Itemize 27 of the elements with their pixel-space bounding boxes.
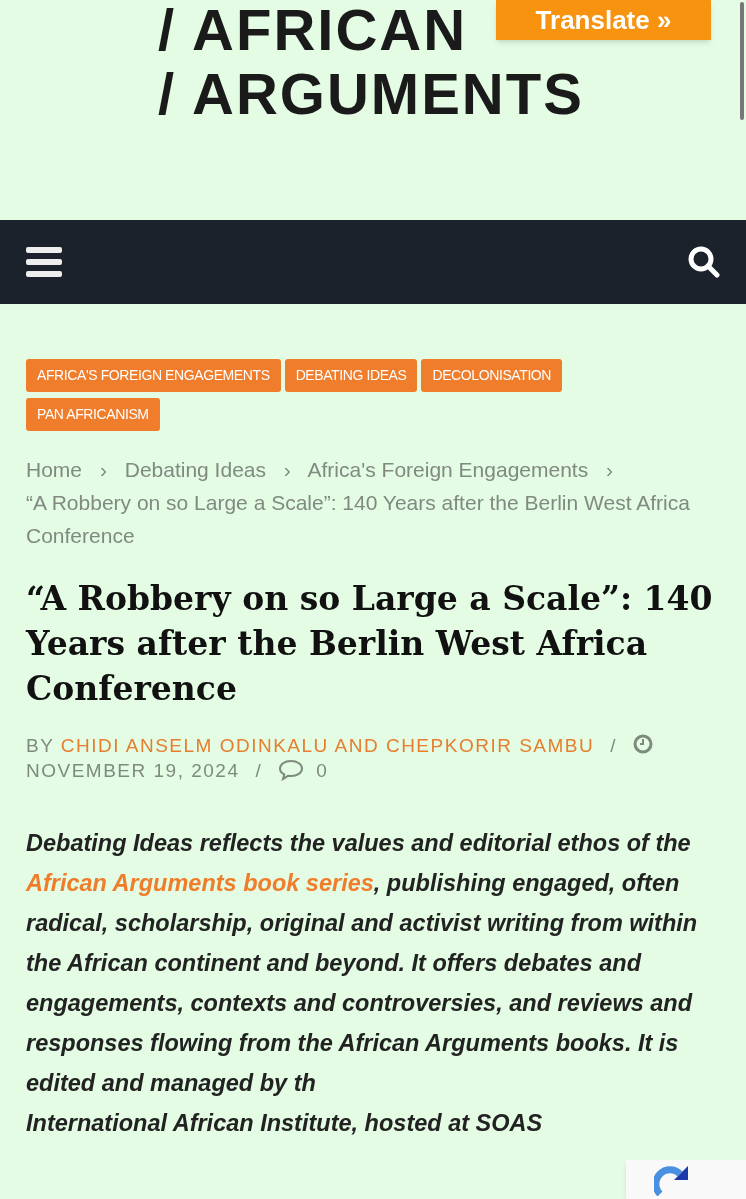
category-tag[interactable]: DEBATING IDEAS xyxy=(284,359,418,392)
category-tag[interactable]: AFRICA'S FOREIGN ENGAGEMENTS xyxy=(26,359,281,392)
comment-count[interactable]: 0 xyxy=(316,760,329,781)
comment-icon[interactable] xyxy=(278,759,305,781)
search-icon[interactable] xyxy=(688,246,720,278)
meta-separator: / xyxy=(610,735,617,756)
byline-label: BY xyxy=(26,735,54,756)
clock-icon xyxy=(633,734,653,754)
meta-separator: / xyxy=(255,760,263,781)
breadcrumb-separator: › xyxy=(99,458,107,481)
book-series-link[interactable]: African Arguments book series xyxy=(26,870,374,896)
intro-paragraph: Debating Ideas reflects the values and editorial ethos of the African Arguments book series, publishing engaged, often radical, scholarship, original and activist writing from within the African continent and beyond. It offers debates and engagements, contexts and controversies, and reviews and responses flowing from the African Arguments books. It is edited and managed by th International African Institute, hosted at SOAS xyxy=(26,829,699,1138)
author-link[interactable]: CHIDI ANSELM ODINKALU AND CHEPKORIR SAMBU xyxy=(60,735,595,756)
translate-button[interactable]: Translate » xyxy=(496,0,711,40)
breadcrumb-link[interactable]: Home xyxy=(26,458,83,481)
recaptcha-badge[interactable] xyxy=(626,1160,746,1199)
article-title: “A Robbery on so Large a Scale”: 140 Years after the Berlin West Africa Conference xyxy=(26,578,714,710)
logo-text: / ARGUMENTS xyxy=(158,62,584,126)
recaptcha-icon xyxy=(654,1166,688,1196)
breadcrumb-separator: › xyxy=(283,458,291,481)
category-tag[interactable]: PAN AFRICANISM xyxy=(26,398,160,431)
breadcrumb-separator: › xyxy=(606,458,614,481)
breadcrumb-link[interactable]: Africa's Foreign Engagements xyxy=(307,458,589,481)
post-date: NOVEMBER 19, 2024 xyxy=(26,760,240,781)
breadcrumb-link[interactable]: Debating Ideas xyxy=(124,458,266,481)
menu-icon[interactable] xyxy=(26,247,62,277)
category-tag[interactable]: DECOLONISATION xyxy=(421,359,563,392)
